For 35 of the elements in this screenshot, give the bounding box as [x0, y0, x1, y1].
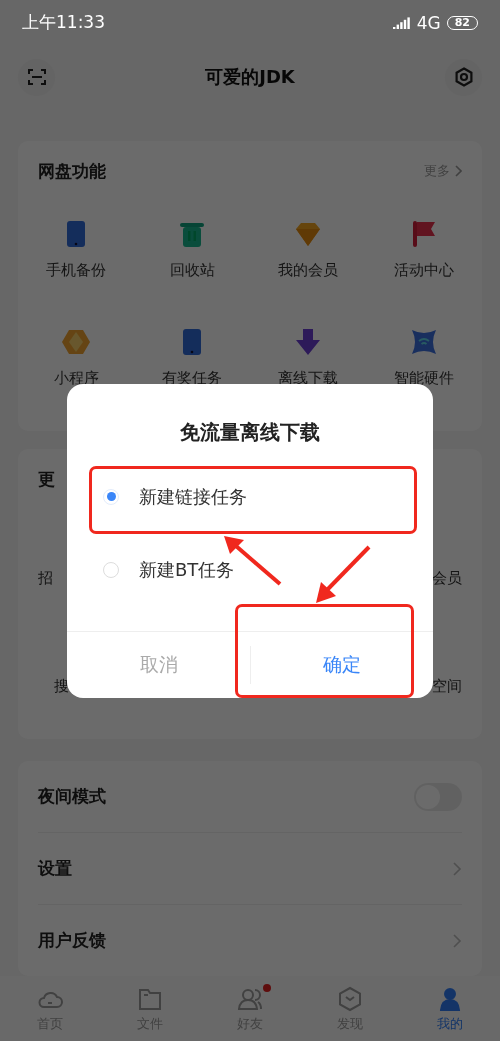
feature-item[interactable]: 智能硬件 — [394, 327, 454, 388]
signal-icon — [392, 16, 411, 29]
setting-label: 设置 — [38, 857, 72, 880]
setting-label: 用户反馈 — [38, 929, 106, 952]
section-title: 更 — [38, 467, 55, 491]
option-label: 新建链接任务 — [139, 484, 247, 509]
feature-label: 招 — [38, 569, 53, 588]
feature-item[interactable]: 手机备份 — [46, 219, 106, 280]
network-type: 4G — [416, 12, 441, 33]
hexagon-icon — [61, 327, 91, 357]
dialog-title: 免流量离线下载 — [179, 419, 321, 446]
confirm-button[interactable]: 确定 — [250, 646, 433, 684]
cancel-button[interactable]: 取消 — [67, 646, 250, 684]
feature-label: 搜 — [54, 677, 69, 696]
feature-item[interactable]: 回收站 — [169, 219, 215, 280]
hexagon-icon — [336, 984, 364, 1013]
feature-item[interactable]: 我的会员 — [278, 219, 338, 280]
option-label: 新建BT任务 — [139, 558, 235, 583]
status-time: 上午11:33 — [22, 11, 105, 34]
nav-tab[interactable]: 我的 — [400, 976, 500, 1041]
chevron-right-icon — [452, 860, 462, 877]
section-title: 网盘功能 — [38, 159, 106, 183]
feature-item[interactable]: 活动中心 — [394, 219, 454, 280]
page-title: 可爱的JDK — [205, 65, 295, 89]
arrow — [313, 544, 373, 606]
download-arrow-icon — [293, 327, 323, 357]
feature-label: 会员 — [432, 569, 462, 588]
chevron-right-icon — [454, 165, 462, 177]
feature-label: 空间 — [432, 677, 462, 696]
chevron-right-icon — [452, 932, 462, 949]
smart-device-icon — [409, 327, 439, 357]
feature-item[interactable]: 离线下载 — [278, 327, 338, 388]
settings-icon — [453, 67, 474, 87]
scan-icon — [27, 69, 46, 85]
setting-label: 夜间模式 — [38, 785, 106, 808]
